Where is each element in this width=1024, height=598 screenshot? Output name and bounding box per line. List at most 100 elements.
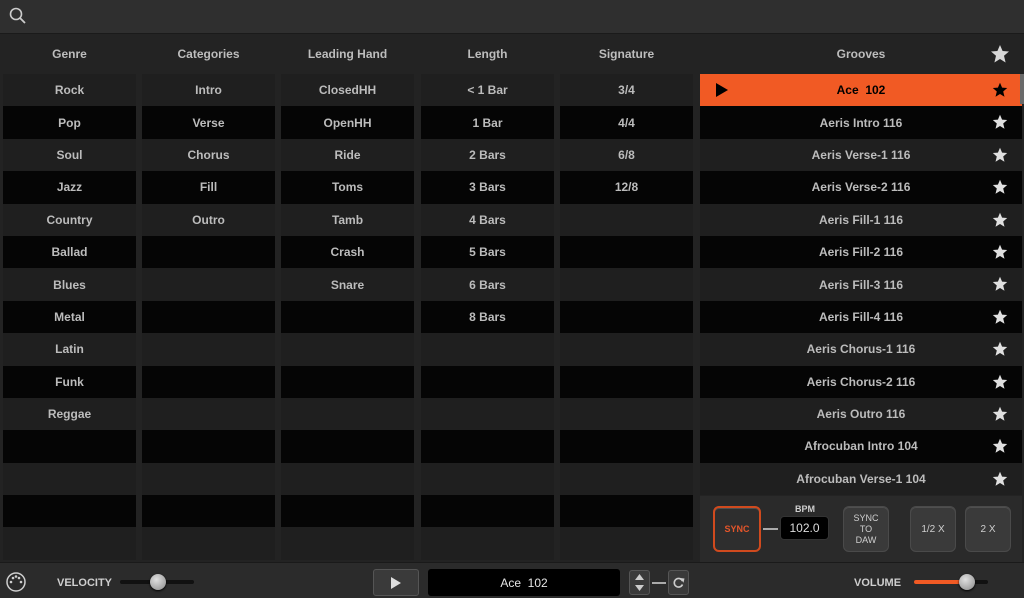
genre-item bbox=[3, 495, 136, 528]
bpm-field[interactable]: 102.0 bbox=[780, 516, 829, 540]
favorite-star-icon[interactable] bbox=[992, 406, 1008, 422]
leading-hand-item[interactable]: Tamb bbox=[281, 203, 414, 236]
leading-hand-item[interactable]: Snare bbox=[281, 268, 414, 301]
double-speed-button[interactable]: 2 X bbox=[965, 506, 1011, 552]
signature-item bbox=[560, 268, 693, 301]
length-item[interactable]: < 1 Bar bbox=[421, 74, 554, 107]
sync-button[interactable]: SYNC bbox=[713, 506, 761, 552]
play-button[interactable] bbox=[373, 569, 419, 596]
favorite-star-icon[interactable] bbox=[992, 276, 1008, 292]
groove-name: Aeris Intro 116 bbox=[819, 115, 903, 130]
length-item[interactable]: 2 Bars bbox=[421, 138, 554, 172]
play-icon[interactable] bbox=[716, 83, 728, 97]
length-item[interactable]: 3 Bars bbox=[421, 171, 554, 204]
grooves-scrollbar[interactable] bbox=[1020, 74, 1024, 104]
groove-item-selected[interactable]: Ace 102 bbox=[700, 74, 1022, 107]
leading-hand-item[interactable]: ClosedHH bbox=[281, 74, 414, 107]
genre-item[interactable]: Latin bbox=[3, 333, 136, 366]
loop-button[interactable] bbox=[668, 570, 689, 595]
leading-hand-item bbox=[281, 527, 414, 560]
groove-item[interactable]: Aeris Fill-4 116 bbox=[700, 300, 1022, 334]
favorite-star-icon[interactable] bbox=[992, 374, 1008, 390]
categories-header: Categories bbox=[177, 47, 240, 61]
favorite-star-icon[interactable] bbox=[992, 147, 1008, 163]
genre-item[interactable]: Country bbox=[3, 203, 136, 236]
genre-item[interactable]: Jazz bbox=[3, 171, 136, 204]
categories-item[interactable]: Chorus bbox=[142, 138, 275, 172]
genre-item[interactable]: Ballad bbox=[3, 235, 136, 269]
categories-item[interactable]: Verse bbox=[142, 106, 275, 139]
groove-item[interactable]: Aeris Outro 116 bbox=[700, 397, 1022, 431]
signature-item bbox=[560, 430, 693, 463]
up-down-arrows-icon bbox=[635, 574, 644, 591]
signature-item[interactable]: 3/4 bbox=[560, 74, 693, 107]
categories-item bbox=[142, 333, 275, 366]
genre-item[interactable]: Soul bbox=[3, 138, 136, 172]
groove-item[interactable]: Afrocuban Intro 104 bbox=[700, 430, 1022, 463]
groove-item[interactable]: Afrocuban Verse-1 104 bbox=[700, 462, 1022, 496]
leading-hand-item[interactable]: OpenHH bbox=[281, 106, 414, 139]
groove-item[interactable]: Aeris Chorus-1 116 bbox=[700, 333, 1022, 366]
sync-to-daw-button[interactable]: SYNC TO DAW bbox=[843, 506, 889, 552]
genre-item[interactable]: Pop bbox=[3, 106, 136, 139]
genre-item[interactable]: Blues bbox=[3, 268, 136, 301]
leading-hand-item bbox=[281, 300, 414, 334]
signature-item bbox=[560, 203, 693, 236]
length-item bbox=[421, 430, 554, 463]
groove-item[interactable]: Aeris Verse-2 116 bbox=[700, 171, 1022, 204]
groove-item[interactable]: Aeris Fill-2 116 bbox=[700, 235, 1022, 269]
favorite-star-icon[interactable] bbox=[992, 244, 1008, 260]
signature-item[interactable]: 6/8 bbox=[560, 138, 693, 172]
volume-label: VOLUME bbox=[854, 577, 902, 589]
groove-item[interactable]: Aeris Fill-3 116 bbox=[700, 268, 1022, 301]
length-item[interactable]: 6 Bars bbox=[421, 268, 554, 301]
favorite-star-icon[interactable] bbox=[992, 82, 1008, 98]
groove-name: Aeris Chorus-1 116 bbox=[806, 342, 916, 357]
grooves-header: Grooves bbox=[836, 47, 886, 61]
search-icon[interactable] bbox=[8, 6, 28, 26]
length-item bbox=[421, 365, 554, 398]
signature-item bbox=[560, 397, 693, 431]
length-item[interactable]: 5 Bars bbox=[421, 235, 554, 269]
length-column: < 1 Bar 1 Bar 2 Bars 3 Bars 4 Bars 5 Bars 6 Ba… bbox=[421, 74, 554, 560]
groove-item[interactable]: Aeris Chorus-2 116 bbox=[700, 365, 1022, 398]
leading-hand-item[interactable]: Crash bbox=[281, 235, 414, 269]
genre-item[interactable]: Reggae bbox=[3, 397, 136, 431]
favorite-star-icon[interactable] bbox=[992, 212, 1008, 228]
categories-item[interactable]: Outro bbox=[142, 203, 275, 236]
genre-item bbox=[3, 462, 136, 496]
signature-item[interactable]: 4/4 bbox=[560, 106, 693, 139]
genre-item[interactable]: Funk bbox=[3, 365, 136, 398]
half-speed-button[interactable]: 1/2 X bbox=[910, 506, 956, 552]
groove-item[interactable]: Aeris Verse-1 116 bbox=[700, 138, 1022, 172]
favorite-star-icon[interactable] bbox=[992, 438, 1008, 454]
categories-item bbox=[142, 527, 275, 560]
leading-hand-item[interactable]: Ride bbox=[281, 138, 414, 172]
categories-column: Intro Verse Chorus Fill Outro bbox=[142, 74, 275, 560]
groove-stepper[interactable] bbox=[629, 570, 650, 595]
groove-name: Aeris Verse-1 116 bbox=[811, 147, 911, 162]
categories-item[interactable]: Intro bbox=[142, 74, 275, 107]
length-item[interactable]: 1 Bar bbox=[421, 106, 554, 139]
favorites-star-icon[interactable] bbox=[990, 44, 1010, 64]
groove-item[interactable]: Aeris Intro 116 bbox=[700, 106, 1022, 139]
leading-hand-item bbox=[281, 462, 414, 496]
groove-item[interactable]: Aeris Fill-1 116 bbox=[700, 203, 1022, 236]
midi-port-icon[interactable] bbox=[5, 571, 27, 593]
favorite-star-icon[interactable] bbox=[992, 309, 1008, 325]
leading-hand-item[interactable]: Toms bbox=[281, 171, 414, 204]
favorite-star-icon[interactable] bbox=[992, 341, 1008, 357]
categories-item bbox=[142, 268, 275, 301]
favorite-star-icon[interactable] bbox=[992, 114, 1008, 130]
categories-item[interactable]: Fill bbox=[142, 171, 275, 204]
length-item[interactable]: 4 Bars bbox=[421, 203, 554, 236]
signature-item[interactable]: 12/8 bbox=[560, 171, 693, 204]
length-item[interactable]: 8 Bars bbox=[421, 300, 554, 334]
favorite-star-icon[interactable] bbox=[992, 471, 1008, 487]
sync-to-daw-label-3: DAW bbox=[855, 534, 877, 545]
genre-item[interactable]: Metal bbox=[3, 300, 136, 334]
search-bar[interactable] bbox=[0, 0, 1024, 34]
genre-item[interactable]: Rock bbox=[3, 74, 136, 107]
favorite-star-icon[interactable] bbox=[992, 179, 1008, 195]
genre-header: Genre bbox=[52, 47, 87, 61]
